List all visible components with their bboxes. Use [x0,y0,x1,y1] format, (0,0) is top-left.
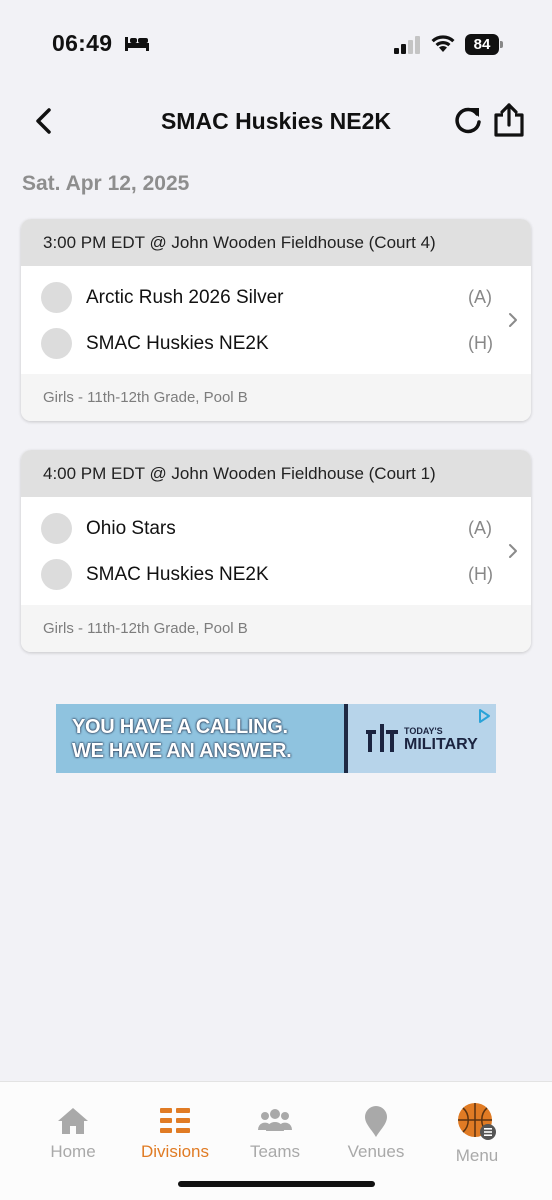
game-division: Girls - 11th-12th Grade, Pool B [21,374,531,421]
divisions-icon [160,1108,190,1133]
team-logo-placeholder [41,559,72,590]
venue-pin-icon [365,1106,387,1137]
game-time-venue: 3:00 PM EDT @ John Wooden Fieldhouse (Co… [21,219,531,266]
wifi-icon [431,35,455,52]
tab-venues[interactable]: Venues [326,1106,426,1161]
ad-message-panel: YOU HAVE A CALLING. WE HAVE AN ANSWER. [56,704,346,773]
team-row-away: Arctic Rush 2026 Silver (A) [21,266,531,313]
battery-level: 84 [465,34,499,55]
chevron-right-icon [509,544,517,558]
home-icon [58,1108,88,1134]
refresh-button[interactable] [452,104,484,136]
team-row-home: SMAC Huskies NE2K (H) [21,544,531,591]
team-name: Ohio Stars [86,518,176,539]
game-time-venue: 4:00 PM EDT @ John Wooden Fieldhouse (Co… [21,450,531,497]
status-time: 06:49 [52,30,113,56]
team-side: (H) [468,564,493,584]
team-side: (A) [468,287,492,307]
share-button[interactable] [492,102,526,138]
ad-brand-small: TODAY'S [404,726,443,736]
ad-line-1: YOU HAVE A CALLING. [72,716,288,738]
basketball-menu-icon [458,1103,496,1140]
team-logo-placeholder [41,328,72,359]
tab-label: Teams [249,1142,301,1161]
sleep-bed-icon [125,37,149,51]
battery-indicator: 84 [465,34,503,55]
team-logo-placeholder [41,282,72,313]
ad-banner[interactable]: YOU HAVE A CALLING. WE HAVE AN ANSWER. T… [56,704,496,773]
ad-choices-icon[interactable] [476,708,492,724]
chevron-right-icon [509,313,517,327]
game-card[interactable]: 3:00 PM EDT @ John Wooden Fieldhouse (Co… [21,219,531,421]
game-card[interactable]: 4:00 PM EDT @ John Wooden Fieldhouse (Co… [21,450,531,652]
tab-label: Home [50,1142,96,1161]
tab-divisions[interactable]: Divisions [125,1106,225,1161]
team-side: (H) [468,333,493,353]
ad-brand-panel: TODAY'S MILITARY [348,704,496,773]
game-division: Girls - 11th-12th Grade, Pool B [21,605,531,652]
teams-icon [257,1109,293,1131]
military-logo-icon [366,724,398,752]
team-name: SMAC Huskies NE2K [86,333,269,354]
team-logo-placeholder [41,513,72,544]
team-side: (A) [468,518,492,538]
team-row-away: Ohio Stars (A) [21,497,531,544]
tab-home[interactable]: Home [23,1106,123,1161]
team-name: Arctic Rush 2026 Silver [86,287,284,308]
tab-menu[interactable]: Menu [427,1103,527,1165]
battery-nub [500,41,503,48]
ad-line-2: WE HAVE AN ANSWER. [72,740,292,762]
schedule-date: Sat. Apr 12, 2025 [22,172,190,195]
tab-label: Venues [347,1142,405,1161]
ad-brand-big: MILITARY [404,736,478,753]
cellular-signal-icon [394,36,420,54]
status-bar: 06:49 84 [0,0,552,80]
team-name: SMAC Huskies NE2K [86,564,269,585]
tab-teams[interactable]: Teams [225,1106,325,1161]
home-indicator [178,1181,375,1187]
tab-label: Menu [455,1146,499,1165]
team-row-home: SMAC Huskies NE2K (H) [21,313,531,360]
nav-bar: SMAC Huskies NE2K [0,96,552,146]
tab-label: Divisions [140,1142,210,1161]
